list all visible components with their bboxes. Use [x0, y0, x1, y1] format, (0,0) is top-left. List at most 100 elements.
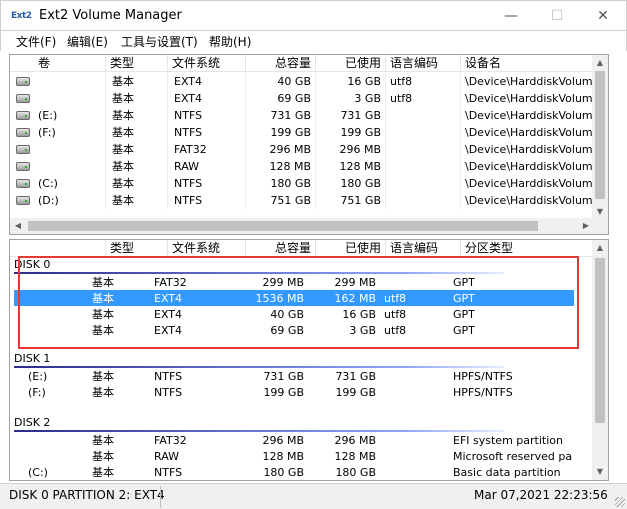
- cell-used: 731 GB: [316, 107, 386, 124]
- partition-row[interactable]: 基本 FAT32 296 MB 296 MB EFI system partition: [14, 432, 574, 448]
- partition-row[interactable]: 基本 EXT4 40 GB 16 GB utf8 GPT: [14, 306, 574, 322]
- menu-bar: 文件(F) 编辑(E) 工具与设置(T) 帮助(H): [0, 31, 627, 51]
- cell-filesystem: RAW: [168, 158, 246, 175]
- disk-list-vscrollbar[interactable]: ▲ ▼: [592, 240, 608, 480]
- cell-total: 128 MB: [262, 450, 304, 463]
- partition-row[interactable]: 基本 EXT4 69 GB 3 GB utf8 GPT: [14, 322, 574, 338]
- cell-used: 128 MB: [334, 450, 376, 463]
- hscroll-thumb[interactable]: [28, 221, 538, 231]
- volume-row[interactable]: (D:) 基本 NTFS 751 GB 751 GB \Device\HarddiskVo…: [10, 192, 594, 209]
- cell-filesystem: NTFS: [168, 175, 246, 192]
- cell-volume: (F:): [10, 124, 106, 141]
- col-total[interactable]: 总容量: [246, 240, 316, 257]
- cell-filesystem: RAW: [154, 450, 179, 463]
- volume-row[interactable]: (E:) 基本 NTFS 731 GB 731 GB \Device\HarddiskVo…: [10, 107, 594, 124]
- cell-used: 199 GB: [316, 124, 386, 141]
- cell-codec: [386, 192, 461, 209]
- col-type[interactable]: 类型: [106, 55, 168, 72]
- cell-volume: (C:): [10, 175, 106, 192]
- disk-group-label[interactable]: DISK 2: [14, 416, 50, 429]
- disk-list-pane[interactable]: 类型 文件系统 总容量 已使用 语言编码 分区类型 DISK 0 基本 FAT32 2…: [9, 239, 609, 481]
- partition-row-selected[interactable]: 基本 EXT4 1536 MB 162 MB utf8 GPT: [14, 290, 574, 306]
- cell-filesystem: NTFS: [168, 192, 246, 209]
- menu-file[interactable]: 文件(F): [16, 33, 56, 50]
- partition-row[interactable]: (E:) 基本 NTFS 731 GB 731 GB HPFS/NTFS: [14, 368, 574, 384]
- cell-total: 180 GB: [263, 466, 304, 479]
- volume-list-hscrollbar[interactable]: ◀ ▶: [10, 218, 594, 234]
- cell-codec: [384, 384, 444, 401]
- cell-total: 69 GB: [270, 324, 304, 337]
- vscroll-thumb[interactable]: [595, 71, 605, 199]
- cell-codec: [384, 448, 444, 465]
- resize-grip-icon[interactable]: [615, 497, 625, 507]
- col-blank[interactable]: [10, 240, 106, 257]
- cell-codec: [384, 368, 444, 385]
- cell-partition-type: Microsoft reserved partiti: [453, 450, 573, 463]
- scroll-up-icon[interactable]: ▲: [592, 55, 608, 71]
- cell-total: 199 GB: [246, 124, 316, 141]
- cell-filesystem: NTFS: [154, 386, 183, 399]
- partition-row[interactable]: (F:) 基本 NTFS 199 GB 199 GB HPFS/NTFS: [14, 384, 574, 400]
- cell-type: 基本: [92, 386, 114, 399]
- cell-filesystem: NTFS: [154, 370, 183, 383]
- cell-codec: [386, 175, 461, 192]
- partition-row[interactable]: (C:) 基本 NTFS 180 GB 180 GB Basic data partiti…: [14, 464, 574, 480]
- cell-device: \Device\HarddiskVolume9: [465, 177, 594, 190]
- cell-device: \Device\HarddiskVolume8: [465, 160, 594, 173]
- col-device[interactable]: 设备名: [461, 55, 594, 72]
- volume-row[interactable]: 基本 FAT32 296 MB 296 MB \Device\HarddiskVolum…: [10, 141, 594, 158]
- menu-edit[interactable]: 编辑(E): [67, 33, 108, 50]
- col-codec[interactable]: 语言编码: [386, 55, 461, 72]
- disk-group-label[interactable]: DISK 1: [14, 352, 50, 365]
- cell-codec: utf8: [386, 90, 461, 107]
- menu-help[interactable]: 帮助(H): [209, 33, 251, 50]
- cell-device: \Device\HarddiskVolume6: [465, 126, 594, 139]
- volume-list-vscrollbar[interactable]: ▲ ▼: [592, 55, 608, 220]
- col-volume[interactable]: 卷: [10, 55, 106, 72]
- volume-row[interactable]: 基本 RAW 128 MB 128 MB \Device\HarddiskVolume8: [10, 158, 594, 175]
- volume-row[interactable]: (C:) 基本 NTFS 180 GB 180 GB \Device\HarddiskVo…: [10, 175, 594, 192]
- title-bar[interactable]: Ext2 Ext2 Volume Manager — ☐ ✕: [0, 0, 627, 31]
- cell-filesystem: NTFS: [168, 124, 246, 141]
- col-type[interactable]: 类型: [106, 240, 168, 257]
- partition-row[interactable]: 基本 FAT32 299 MB 299 MB GPT: [14, 274, 574, 290]
- col-partition-type[interactable]: 分区类型: [461, 240, 594, 257]
- status-divider: [160, 486, 161, 508]
- volume-row[interactable]: 基本 EXT4 69 GB 3 GB utf8 \Device\HarddiskVolum…: [10, 90, 594, 107]
- disk-group-label[interactable]: DISK 0: [14, 258, 50, 271]
- volume-list-pane[interactable]: 卷 类型 文件系统 总容量 已使用 语言编码 设备名 基本 EXT4 40 GB 16…: [9, 54, 609, 235]
- menu-tools-settings[interactable]: 工具与设置(T): [121, 33, 198, 50]
- partition-row[interactable]: 基本 RAW 128 MB 128 MB Microsoft reserved part…: [14, 448, 574, 464]
- minimize-button[interactable]: —: [488, 1, 534, 31]
- volume-row[interactable]: 基本 EXT4 40 GB 16 GB utf8 \Device\HarddiskVolu…: [10, 73, 594, 90]
- cell-total: 180 GB: [246, 175, 316, 192]
- cell-total: 69 GB: [246, 90, 316, 107]
- cell-partition-type: GPT: [453, 308, 475, 321]
- cell-used: 3 GB: [349, 324, 376, 337]
- scroll-left-icon[interactable]: ◀: [10, 218, 26, 234]
- cell-type: 基本: [106, 73, 168, 90]
- col-used[interactable]: 已使用: [316, 55, 386, 72]
- col-total[interactable]: 总容量: [246, 55, 316, 72]
- maximize-button[interactable]: ☐: [534, 1, 580, 31]
- cell-filesystem: FAT32: [154, 434, 187, 447]
- close-button[interactable]: ✕: [580, 1, 626, 31]
- cell-type: 基本: [106, 124, 168, 141]
- cell-device: \Device\HarddiskVolume4: [465, 92, 594, 105]
- cell-codec: [386, 141, 461, 158]
- cell-codec: [386, 158, 461, 175]
- col-filesystem[interactable]: 文件系统: [168, 240, 246, 257]
- scroll-up-icon[interactable]: ▲: [592, 240, 608, 256]
- cell-type: 基本: [106, 192, 168, 209]
- col-codec[interactable]: 语言编码: [386, 240, 461, 257]
- col-used[interactable]: 已使用: [316, 240, 386, 257]
- volume-row[interactable]: (F:) 基本 NTFS 199 GB 199 GB \Device\HarddiskVo…: [10, 124, 594, 141]
- cell-used: 731 GB: [335, 370, 376, 383]
- cell-volume: [10, 158, 106, 175]
- cell-total: 40 GB: [246, 73, 316, 90]
- vscroll-thumb[interactable]: [595, 258, 605, 423]
- cell-used: 180 GB: [316, 175, 386, 192]
- scroll-down-icon[interactable]: ▼: [592, 464, 608, 480]
- col-filesystem[interactable]: 文件系统: [168, 55, 246, 72]
- cell-filesystem: FAT32: [168, 141, 246, 158]
